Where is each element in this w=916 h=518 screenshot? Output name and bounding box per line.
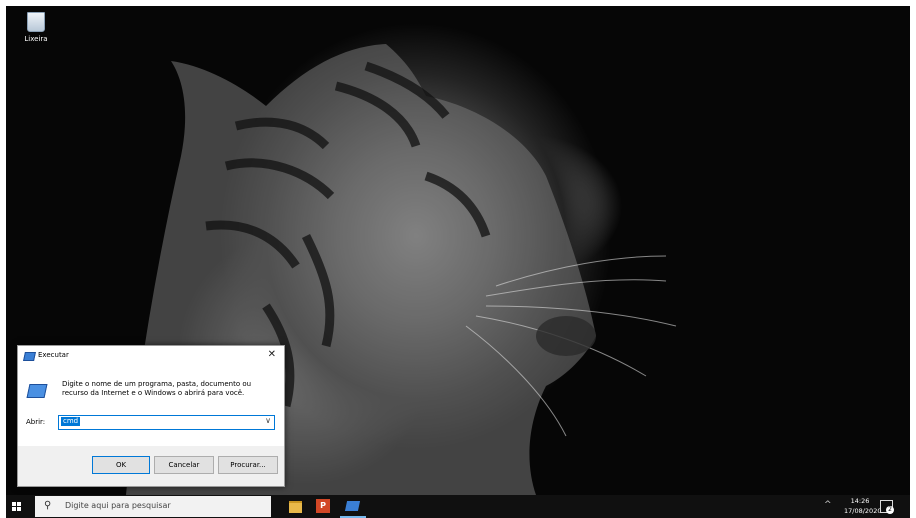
- search-icon: ⚲: [44, 500, 52, 511]
- cancel-button[interactable]: Cancelar: [154, 456, 214, 474]
- search-input[interactable]: Digite aqui para pesquisar: [65, 501, 171, 510]
- open-input[interactable]: cmd: [61, 417, 81, 426]
- taskbar: ⚲ Digite aqui para pesquisar P ^ 14:26 1…: [6, 495, 910, 518]
- dialog-titlebar[interactable]: Executar ✕: [18, 346, 284, 366]
- recycle-bin-label: Lixeira: [24, 35, 48, 43]
- dialog-description: Digite o nome de um programa, pasta, doc…: [62, 380, 252, 397]
- windows-start-icon[interactable]: [12, 502, 21, 511]
- clock-time: 14:26: [850, 497, 870, 505]
- dialog-footer: OK Cancelar Procurar...: [18, 446, 284, 486]
- chevron-down-icon[interactable]: ∨: [265, 416, 271, 425]
- open-combobox[interactable]: cmd ∨: [58, 415, 275, 430]
- open-label: Abrir:: [26, 418, 46, 426]
- run-icon: [23, 352, 36, 361]
- recycle-bin[interactable]: Lixeira: [16, 12, 56, 43]
- run-taskbar-icon[interactable]: [344, 501, 361, 511]
- tray-chevron-icon[interactable]: ^: [824, 500, 832, 510]
- clock[interactable]: 14:26 17/08/2020: [844, 496, 882, 516]
- file-explorer-icon[interactable]: [289, 501, 302, 513]
- clock-date: 17/08/2020: [844, 507, 882, 515]
- browse-button[interactable]: Procurar...: [218, 456, 278, 474]
- ok-button[interactable]: OK: [92, 456, 150, 474]
- recycle-bin-icon: [27, 12, 45, 32]
- close-button[interactable]: ✕: [268, 349, 276, 360]
- search-box[interactable]: ⚲ Digite aqui para pesquisar: [35, 496, 271, 517]
- powerpoint-icon[interactable]: P: [316, 499, 330, 513]
- dialog-title: Executar: [38, 351, 69, 359]
- run-program-icon: [26, 384, 48, 398]
- run-dialog: Executar ✕ Digite o nome de um programa,…: [17, 345, 285, 487]
- notification-badge: 2: [886, 506, 894, 514]
